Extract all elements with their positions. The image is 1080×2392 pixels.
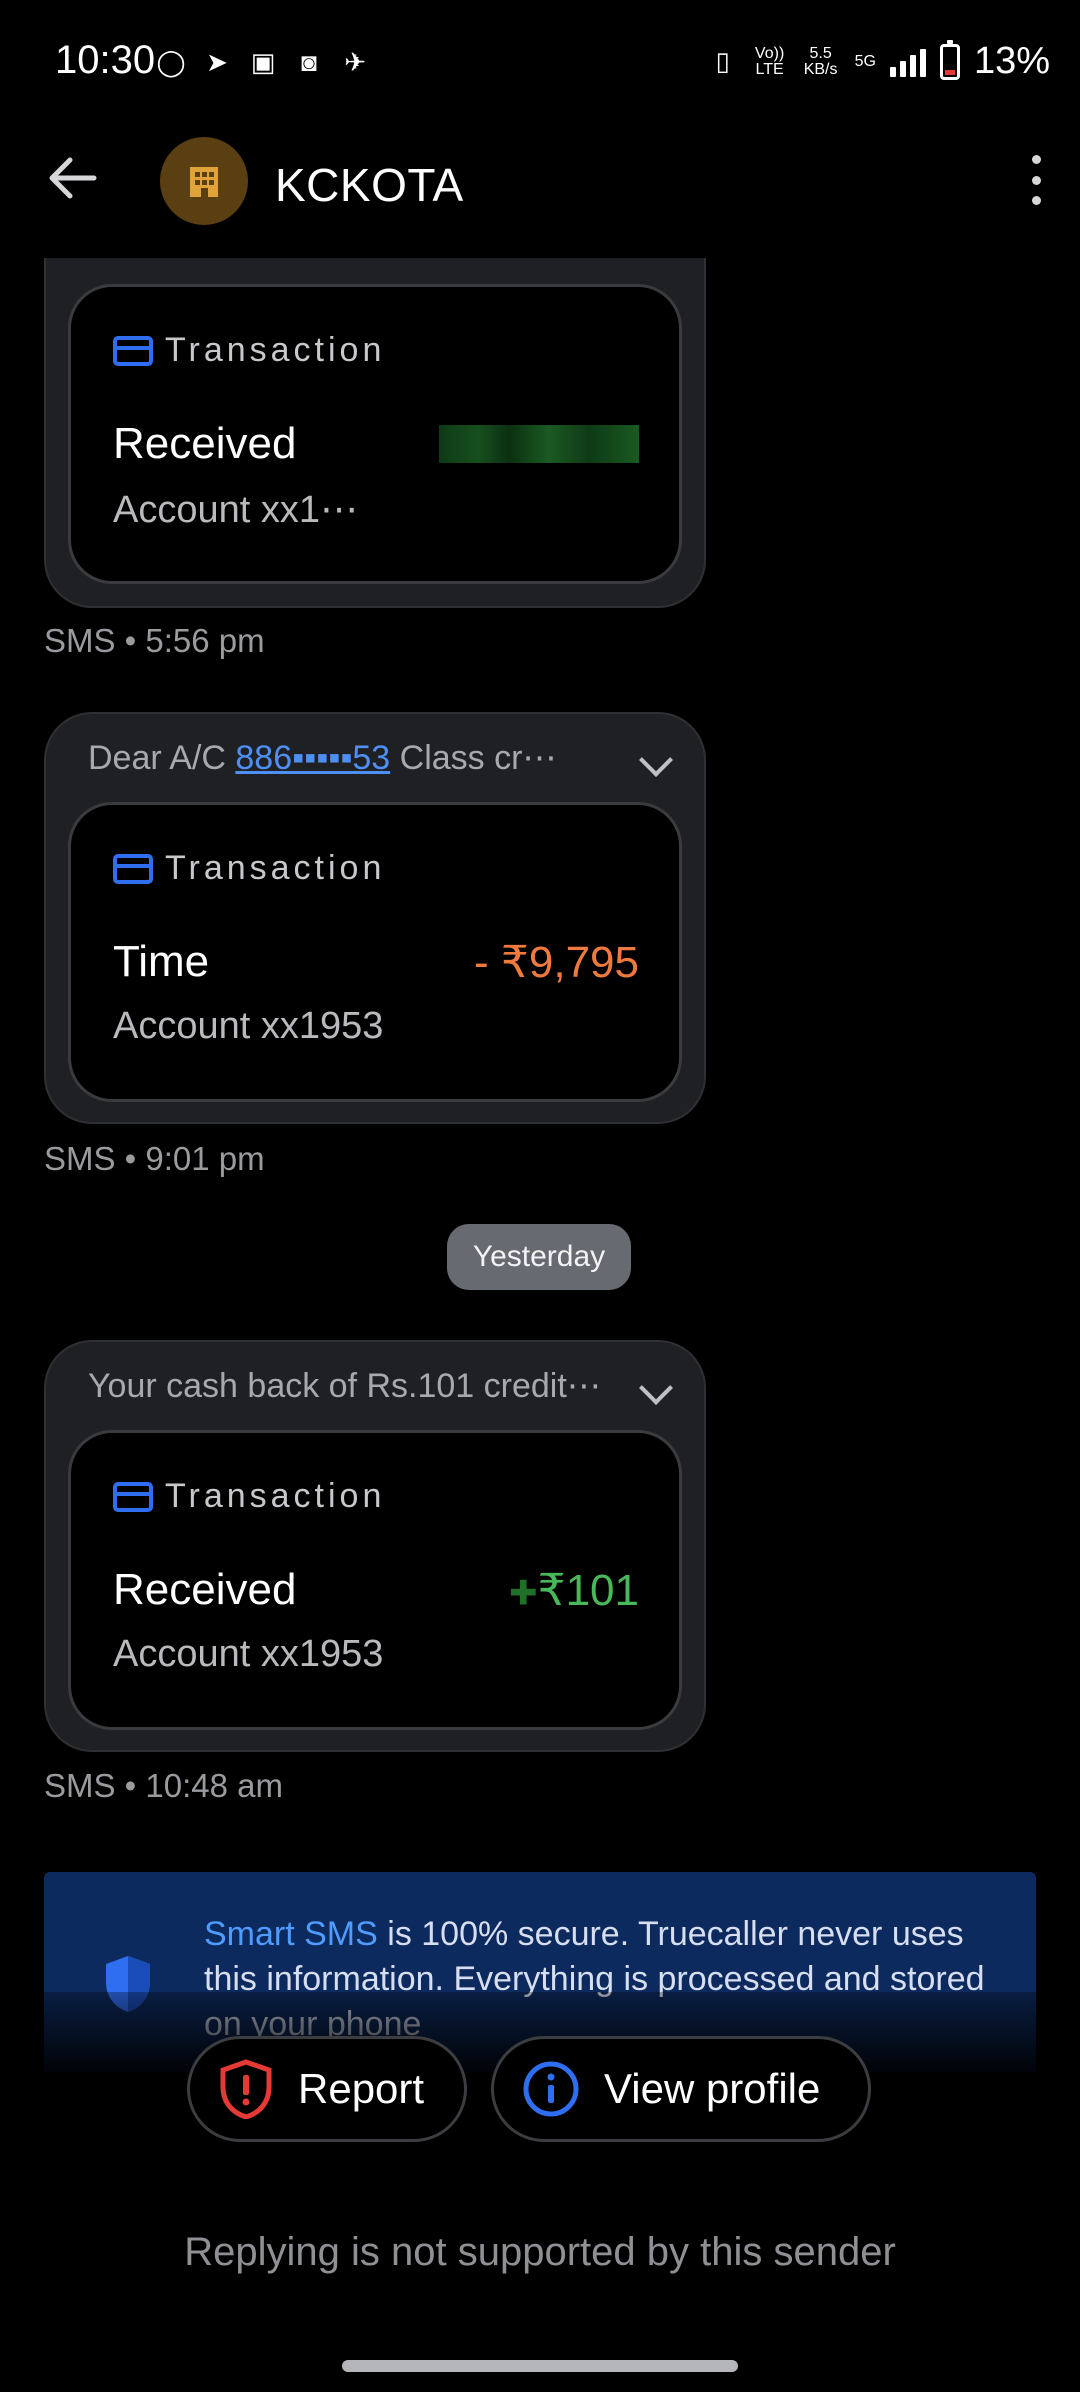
back-arrow-icon[interactable] [48, 156, 108, 206]
building-icon [190, 167, 218, 197]
credit-card-icon [113, 853, 153, 884]
redacted-amount [439, 425, 639, 463]
reply-unsupported-note: Replying is not supported by this sender [184, 2230, 896, 2274]
message-bubble[interactable]: Dear A/C 886▪▪▪▪▪53 Class cr⋯ Transactio… [44, 712, 706, 1124]
message-meta: SMS • 9:01 pm [44, 1140, 265, 1177]
account-link[interactable]: 886▪▪▪▪▪53 [235, 739, 390, 777]
vibrate-icon: ▯ [715, 46, 730, 76]
account-number: Account xx1953 [113, 1005, 384, 1047]
home-indicator[interactable] [342, 2360, 738, 2372]
transaction-card[interactable]: Transaction Received Account xx1⋯ [68, 284, 682, 584]
transaction-label: Received [113, 1565, 297, 1614]
sender-avatar[interactable] [160, 137, 248, 225]
message-meta: SMS • 5:56 pm [44, 622, 265, 659]
more-options-icon[interactable] [1026, 155, 1046, 205]
report-button[interactable]: Report [187, 2036, 467, 2142]
transaction-amount: - ₹9,795 [474, 938, 639, 987]
app-icon: ▣ [250, 46, 276, 77]
smart-sms-link[interactable]: Smart SMS [204, 1915, 378, 1953]
report-label: Report [298, 2065, 425, 2112]
whatsapp-icon: ◯ [156, 46, 186, 77]
message-meta: SMS • 10:48 am [44, 1767, 283, 1804]
credit-card-icon [113, 1481, 153, 1512]
network-speed: 5.5 KB/s [803, 44, 838, 78]
sender-name[interactable]: KCKOTA [275, 158, 464, 212]
info-icon [523, 2061, 579, 2117]
transaction-card[interactable]: Transaction Time - ₹9,795 Account xx1953 [68, 802, 682, 1102]
view-profile-button[interactable]: View profile [491, 2036, 871, 2142]
report-icon [220, 2059, 272, 2119]
account-number: Account xx1⋯ [113, 489, 358, 531]
battery-percentage: 13% [973, 40, 1050, 82]
battery-icon [939, 39, 960, 80]
transaction-card[interactable]: Transaction Received ✚₹101 Account xx195… [68, 1430, 682, 1730]
transaction-amount: ✚₹101 [509, 1566, 639, 1615]
card-title: Transaction [165, 849, 386, 887]
message-preview[interactable]: Dear A/C 886▪▪▪▪▪53 Class cr⋯ [88, 738, 608, 778]
message-bubble[interactable]: Your cash back of Rs.101 credit⋯ Transac… [44, 1340, 706, 1752]
shopping-bag-icon: ◙ [301, 46, 317, 77]
message-bubble[interactable]: Transaction Received Account xx1⋯ [44, 258, 706, 608]
telegram-icon: ➤ [206, 46, 228, 77]
account-number: Account xx1953 [113, 1633, 384, 1675]
status-time: 10:30 [55, 38, 156, 82]
view-profile-label: View profile [604, 2065, 821, 2112]
credit-card-icon [113, 335, 153, 366]
date-divider: Yesterday [447, 1224, 631, 1290]
expand-chevron-icon[interactable] [639, 743, 673, 777]
card-title: Transaction [165, 331, 386, 369]
status-bar: 10:30 ◯ ➤ ▣ ◙ ✈ ▯ Vo)) LTE 5.5 KB/s 5G 1… [0, 0, 1080, 130]
system-indicators: ▯ Vo)) LTE 5.5 KB/s 5G 13% [707, 39, 1050, 83]
rocket-icon: ✈ [344, 46, 366, 77]
transaction-label: Time [113, 937, 210, 986]
volte-indicator: Vo)) LTE [754, 44, 785, 78]
network-type: 5G [854, 52, 876, 70]
signal-icon [889, 47, 926, 77]
message-preview[interactable]: Your cash back of Rs.101 credit⋯ [88, 1366, 608, 1406]
notification-icons: ◯ ➤ ▣ ◙ ✈ [155, 46, 371, 78]
card-title: Transaction [165, 1477, 386, 1515]
expand-chevron-icon[interactable] [639, 1371, 673, 1405]
transaction-label: Received [113, 419, 297, 468]
